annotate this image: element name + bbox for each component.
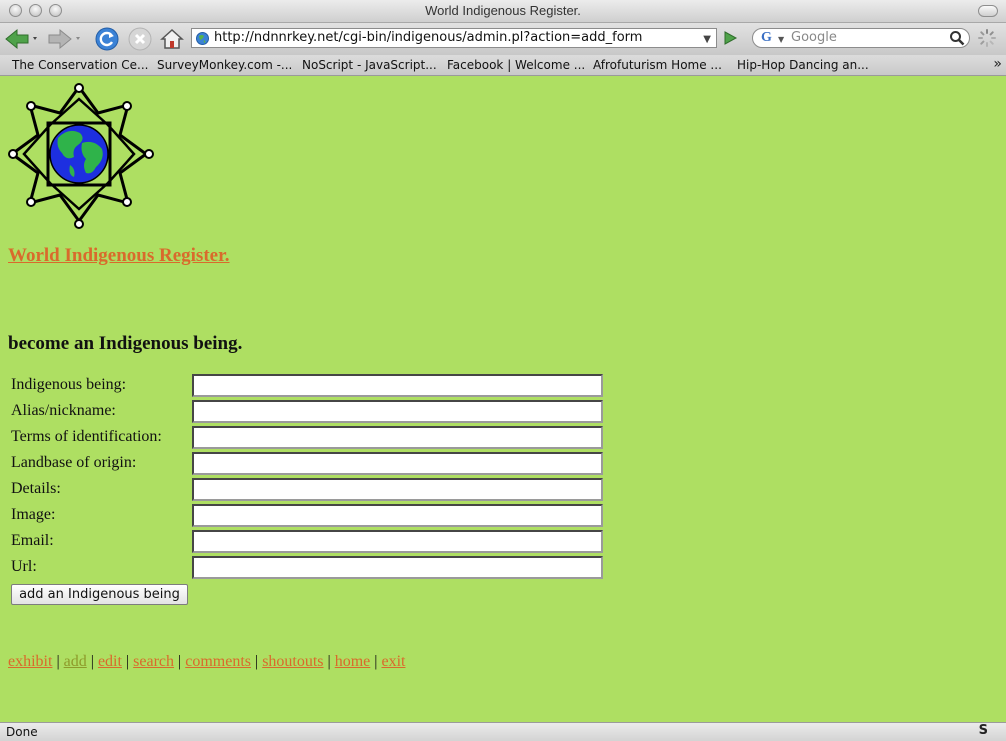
email-input[interactable] — [192, 530, 603, 553]
image-input[interactable] — [192, 504, 603, 527]
search-box[interactable]: G ▼ Google — [752, 28, 970, 48]
search-placeholder: Google — [791, 30, 837, 45]
bookmark-item[interactable]: Afrofuturism Home ... — [593, 58, 722, 72]
field-label: Indigenous being: — [11, 376, 127, 393]
nav-separator: | — [254, 653, 259, 670]
indigenous-being-input[interactable] — [192, 374, 603, 397]
url-dropdown-icon[interactable]: ▼ — [703, 31, 711, 47]
nav-link-exit[interactable]: exit — [381, 653, 405, 670]
nav-separator: | — [178, 653, 182, 670]
engine-dropdown-icon[interactable]: ▼ — [778, 31, 784, 49]
reload-icon — [95, 27, 119, 51]
bookmark-item[interactable]: Hip-Hop Dancing an... — [737, 58, 869, 72]
nav-link-home[interactable]: home — [335, 653, 371, 670]
nav-separator: | — [56, 653, 60, 670]
status-text: Done — [6, 725, 38, 739]
reload-button[interactable] — [94, 27, 120, 51]
bookmark-item[interactable]: Facebook | Welcome ... — [447, 58, 585, 72]
nav-separator: | — [374, 653, 378, 670]
nav-separator: | — [125, 653, 130, 670]
bookmark-item[interactable]: SurveyMonkey.com -... — [157, 58, 292, 72]
google-engine-icon[interactable]: G — [761, 30, 772, 46]
nav-link-edit[interactable]: edit — [98, 653, 122, 670]
bookmarks-toolbar: The Conservation Ce... SurveyMonkey.com … — [0, 55, 1006, 76]
site-globe-icon — [196, 32, 209, 45]
nav-link-exhibit[interactable]: exhibit — [8, 653, 52, 670]
alias-input[interactable] — [192, 400, 603, 423]
loading-spinner-icon — [978, 29, 996, 47]
back-button[interactable] — [4, 27, 40, 51]
window-title: World Indigenous Register. — [425, 3, 581, 18]
field-label: Details: — [11, 480, 61, 497]
back-arrow-icon — [5, 28, 37, 50]
bookmarks-overflow-icon[interactable]: » — [993, 56, 1002, 72]
field-label: Email: — [11, 532, 54, 549]
nav-link-comments[interactable]: comments — [185, 653, 251, 670]
bookmark-item[interactable]: NoScript - JavaScript... — [302, 58, 437, 72]
terms-input[interactable] — [192, 426, 603, 449]
field-label: Landbase of origin: — [11, 454, 137, 471]
url-input[interactable] — [192, 556, 603, 579]
window-titlebar: World Indigenous Register. — [0, 0, 1006, 23]
details-input[interactable] — [192, 478, 603, 501]
field-label: Url: — [11, 558, 37, 575]
stop-icon — [128, 27, 152, 51]
nav-separator: | — [327, 653, 331, 670]
site-logo — [8, 83, 154, 229]
navigation-toolbar: http://ndnnrkey.net/cgi-bin/indigenous/a… — [0, 23, 1006, 55]
search-icon[interactable] — [949, 30, 965, 46]
nav-separator: | — [90, 653, 94, 670]
site-title-link[interactable]: World Indigenous Register. — [8, 245, 230, 267]
field-label: Alias/nickname: — [11, 402, 116, 419]
footer-nav: exhibit | add | edit | search | comments | shoutou… — [8, 653, 405, 671]
landbase-input[interactable] — [192, 452, 603, 475]
nav-link-add[interactable]: add — [64, 653, 87, 670]
form-heading: become an Indigenous being. — [8, 333, 243, 354]
forward-arrow-icon — [48, 28, 80, 50]
forward-button[interactable] — [47, 27, 83, 51]
bookmark-item[interactable]: The Conservation Ce... — [12, 58, 149, 72]
field-label: Image: — [11, 506, 56, 523]
address-text: http://ndnnrkey.net/cgi-bin/indigenous/a… — [214, 30, 643, 45]
nav-link-shoutouts[interactable]: shoutouts — [262, 653, 323, 670]
add-indigenous-being-button[interactable]: add an Indigenous being — [11, 584, 188, 605]
status-bar: Done S — [0, 722, 1006, 741]
stop-button[interactable] — [127, 27, 153, 51]
noscript-status-icon[interactable]: S — [979, 723, 988, 738]
field-label: Terms of identification: — [11, 428, 162, 445]
home-button[interactable] — [159, 27, 185, 51]
toolbar-toggle-button[interactable] — [978, 5, 998, 17]
nav-link-search[interactable]: search — [133, 653, 174, 670]
go-arrow-icon[interactable] — [722, 30, 738, 46]
home-icon — [160, 28, 184, 49]
address-bar[interactable]: http://ndnnrkey.net/cgi-bin/indigenous/a… — [191, 28, 717, 48]
